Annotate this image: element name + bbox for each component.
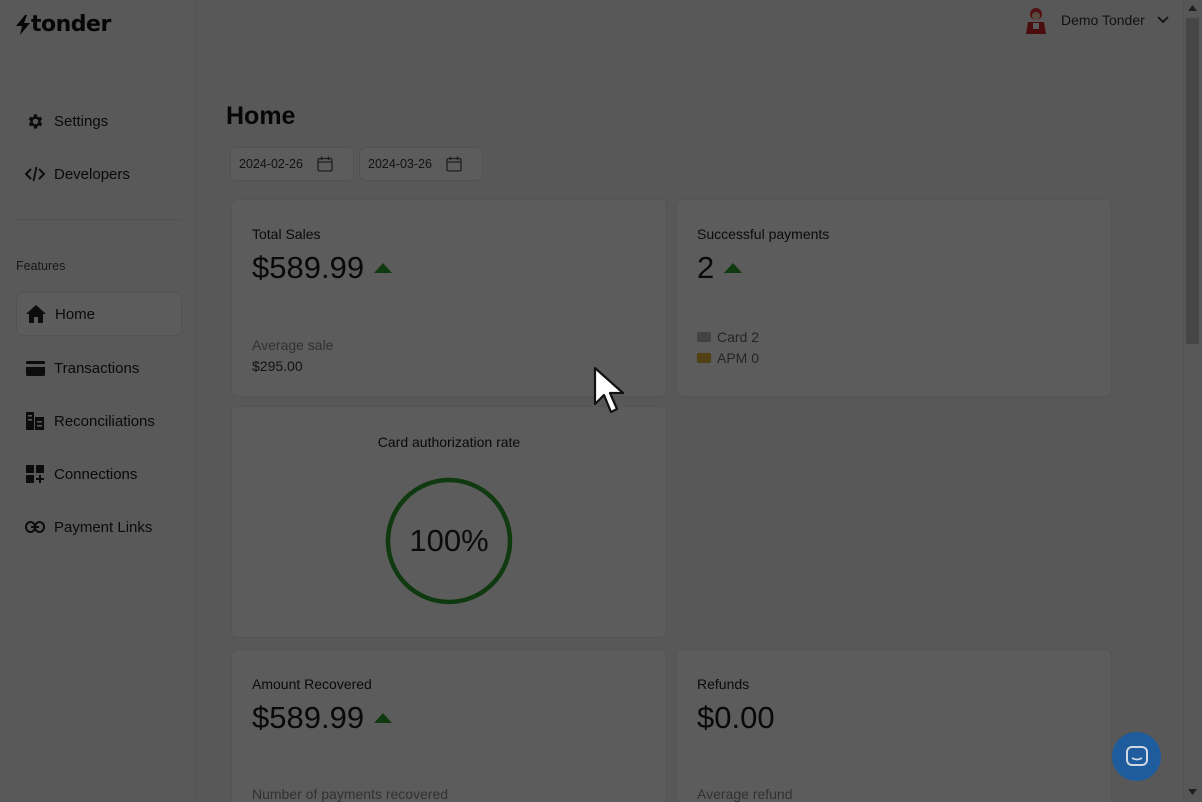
trend-up-icon	[724, 263, 743, 273]
date-from-value: 2024-02-26	[239, 157, 303, 171]
successful-payments-card: Successful payments 2 Card 2 APM 0	[676, 199, 1112, 397]
total-sales-amount: $589.99	[252, 250, 365, 285]
code-icon	[25, 164, 45, 184]
refunds-value: $0.00	[697, 700, 775, 736]
card-title: Total Sales	[252, 226, 321, 242]
sidebar-item-payment-links[interactable]: Payment Links	[16, 505, 182, 549]
chevron-down-icon	[1157, 16, 1169, 24]
sidebar-item-label: Payment Links	[54, 518, 153, 536]
trend-up-icon	[374, 713, 393, 723]
sidebar-item-label: Connections	[54, 465, 138, 483]
card-count-label: Card 2	[717, 329, 760, 345]
authorization-rate-value: 100%	[409, 523, 489, 558]
sidebar-item-settings[interactable]: Settings	[16, 99, 182, 143]
card-icon	[25, 358, 45, 378]
trend-up-icon	[374, 263, 393, 273]
scroll-up-icon[interactable]	[1187, 4, 1198, 12]
brand-logo-text: tonder	[31, 12, 111, 37]
sidebar-item-transactions[interactable]: Transactions	[16, 346, 182, 390]
amount-recovered-card: Amount Recovered $589.99 Number of payme…	[231, 649, 667, 802]
apm-payments-row: APM 0	[697, 350, 759, 366]
sidebar-item-label: Developers	[54, 165, 130, 183]
average-sale-label: Average sale	[252, 337, 334, 353]
chat-button[interactable]	[1112, 732, 1161, 781]
sidebar-item-home[interactable]: Home	[16, 292, 182, 336]
grid-plus-icon	[25, 464, 45, 484]
card-icon	[697, 332, 711, 342]
link-icon	[25, 517, 45, 537]
card-title: Amount Recovered	[252, 676, 372, 692]
amount-recovered-amount: $589.99	[252, 700, 365, 735]
amount-recovered-value: $589.99	[252, 700, 393, 736]
mouse-pointer-icon	[593, 366, 625, 414]
average-sale-value: $295.00	[252, 358, 303, 374]
sidebar-item-label: Settings	[54, 112, 109, 130]
total-sales-value: $589.99	[252, 250, 393, 286]
calendar-icon[interactable]	[317, 156, 333, 172]
date-from-input[interactable]: 2024-02-26	[230, 147, 354, 181]
successful-payments-value: 2	[697, 250, 743, 286]
chat-icon	[1125, 745, 1148, 766]
sidebar-item-connections[interactable]: Connections	[16, 452, 182, 496]
page-title: Home	[226, 102, 296, 130]
card-title: Card authorization rate	[377, 434, 521, 450]
card-title: Refunds	[697, 676, 750, 692]
refunds-card: Refunds $0.00 Average refund	[676, 649, 1112, 802]
reconcile-icon	[25, 411, 45, 431]
avatar	[1026, 8, 1046, 34]
apm-count-label: APM 0	[717, 350, 760, 366]
average-refund-label: Average refund	[697, 786, 793, 802]
card-title: Successful payments	[697, 226, 830, 242]
sidebar: tonder Settings Developers Features Home	[0, 0, 196, 802]
sidebar-item-developers[interactable]: Developers	[16, 152, 182, 196]
payments-recovered-label: Number of payments recovered	[252, 786, 449, 802]
sidebar-item-label: Home	[55, 305, 96, 323]
scroll-down-icon[interactable]	[1187, 788, 1198, 796]
bolt-icon	[16, 14, 30, 35]
authorization-rate-card: Card authorization rate 100%	[231, 406, 667, 638]
wallet-icon	[697, 353, 711, 363]
user-menu[interactable]: Demo Tonder	[1022, 6, 1169, 34]
date-to-input[interactable]: 2024-03-26	[359, 147, 483, 181]
sidebar-item-reconciliations[interactable]: Reconciliations	[16, 399, 182, 443]
sidebar-item-label: Transactions	[54, 359, 140, 377]
sidebar-divider	[16, 219, 182, 220]
user-name: Demo Tonder	[1061, 12, 1145, 28]
gear-icon	[25, 111, 45, 131]
sidebar-section-label: Features	[16, 259, 66, 273]
successful-payments-count: 2	[697, 250, 715, 285]
refunds-amount: $0.00	[697, 700, 775, 735]
date-to-value: 2024-03-26	[368, 157, 432, 171]
home-icon	[26, 304, 46, 324]
calendar-icon[interactable]	[446, 156, 462, 172]
scrollbar-thumb[interactable]	[1186, 18, 1199, 344]
sidebar-item-label: Reconciliations	[54, 412, 155, 430]
brand-logo[interactable]: tonder	[16, 12, 111, 37]
card-payments-row: Card 2	[697, 329, 759, 345]
